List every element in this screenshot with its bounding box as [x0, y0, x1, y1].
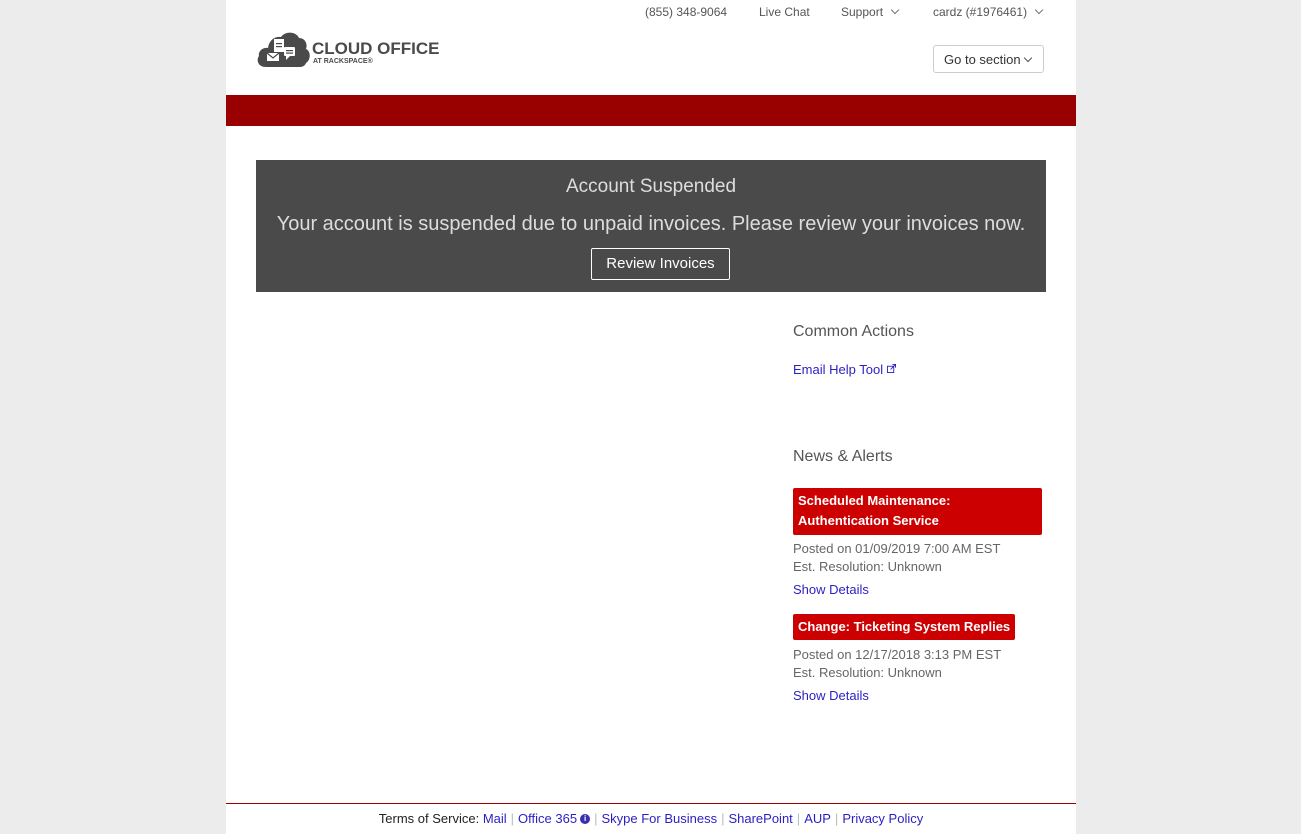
logo-sub-text: AT RACKSPACE® [313, 57, 374, 65]
review-invoices-button[interactable]: Review Invoices [591, 248, 730, 280]
footer: Terms of Service: Mail | Office 365 i | Skype… [226, 811, 1076, 826]
alert-resolution: Est. Resolution: Unknown [793, 665, 942, 680]
cloud-logo-icon: CLOUD OFFICE AT RACKSPACE® [257, 32, 440, 67]
brand-bar [226, 95, 1076, 126]
alert-title[interactable]: Change: Ticketing System Replies [793, 614, 1016, 640]
cloud-office-logo[interactable]: CLOUD OFFICE AT RACKSPACE® [256, 27, 446, 69]
alert-posted-date: Posted on 01/09/2019 7:00 AM EST [793, 541, 1001, 556]
page-container: (855) 348-9064 Live Chat Support cardz (… [226, 0, 1076, 834]
common-actions-heading: Common Actions [793, 323, 914, 340]
support-menu-label: Support [841, 5, 884, 19]
account-suspended-banner: Account Suspended Your account is suspen… [256, 160, 1046, 292]
banner-title: Account Suspended [565, 176, 737, 197]
tos-aup-link[interactable]: AUP [804, 811, 831, 826]
info-icon[interactable]: i [580, 814, 591, 824]
tos-mail-link[interactable]: Mail [483, 811, 507, 826]
email-help-tool-link[interactable]: Email Help Tool [793, 362, 897, 377]
news-alerts-heading: News & Alerts [793, 448, 893, 465]
show-details-link[interactable]: Show Details [793, 688, 869, 703]
email-help-tool-label: Email Help Tool [793, 362, 884, 377]
account-menu[interactable]: cardz (#1976461) [933, 5, 1044, 19]
alert-title[interactable]: Scheduled Maintenance: Authentication Se… [793, 488, 1042, 535]
chevron-down-icon [890, 5, 900, 15]
alert-resolution: Est. Resolution: Unknown [793, 559, 942, 574]
phone-number[interactable]: (855) 348-9064 [645, 5, 727, 19]
banner-message: Your account is suspended due to unpaid … [276, 213, 1026, 235]
account-menu-label: cardz (#1976461) [933, 5, 1028, 19]
separator: | [594, 811, 598, 826]
footer-divider [226, 803, 1076, 804]
logo-main-text: CLOUD OFFICE [312, 39, 440, 58]
chevron-down-icon [1034, 5, 1044, 15]
external-link-icon [887, 364, 897, 373]
go-to-section-select[interactable]: Go to section [933, 45, 1044, 73]
separator: | [796, 811, 801, 826]
separator: | [721, 811, 725, 826]
terms-label: Terms of Service: [378, 811, 480, 826]
chevron-down-icon [1023, 53, 1032, 63]
tos-sharepoint-link[interactable]: SharePoint [728, 811, 792, 826]
separator: | [510, 811, 515, 826]
go-to-section-label: Go to section [944, 52, 1021, 67]
tos-office365-link[interactable]: Office 365 [518, 811, 577, 826]
alert-posted-date: Posted on 12/17/2018 3:13 PM EST [793, 647, 1002, 662]
show-details-link[interactable]: Show Details [793, 582, 869, 597]
support-menu[interactable]: Support [841, 5, 900, 19]
tos-skype-link[interactable]: Skype For Business [601, 811, 717, 826]
top-nav: (855) 348-9064 Live Chat Support cardz (… [226, 0, 1076, 26]
tos-privacy-link[interactable]: Privacy Policy [842, 811, 923, 826]
separator: | [834, 811, 839, 826]
live-chat-link[interactable]: Live Chat [759, 5, 810, 19]
